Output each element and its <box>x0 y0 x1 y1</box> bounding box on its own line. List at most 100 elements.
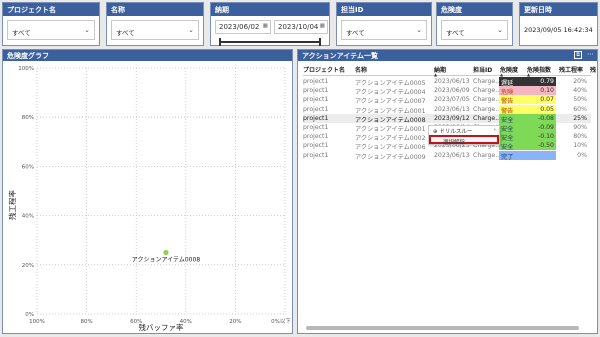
col-remaining[interactable]: 残 <box>590 65 598 74</box>
cell-project: project1 <box>303 105 329 113</box>
x-tick-label: 20% <box>229 319 241 325</box>
y-tick-label: 40% <box>22 214 34 220</box>
calendar-icon: ▦ <box>262 23 268 29</box>
table-header: プロジェクト名 名称 納期 ▲ 担当ID 危険度 ▲ 危険指数 ▲ 残工程率 残 <box>303 63 596 77</box>
col-owner[interactable]: 担当ID <box>473 65 492 74</box>
x-tick-label: 80% <box>80 319 92 325</box>
end-date-input[interactable]: 2023/10/04 ▦ <box>274 20 328 34</box>
cell-owner: Charge... <box>473 105 499 113</box>
owner-dropdown[interactable]: すべて ⌄ <box>341 20 427 40</box>
cell-due: 2023/06/09 <box>434 87 470 95</box>
cell-project: project1 <box>303 114 329 122</box>
cell-project: project1 <box>303 96 329 104</box>
cell-risk: 危険 <box>499 86 526 96</box>
menu-item-label: 選択解除 <box>443 140 466 146</box>
updated-value: 2023/09/05 16:42:34 <box>524 26 593 34</box>
panel-title: 危険度グラフ <box>3 50 292 61</box>
scatter-point[interactable] <box>163 249 169 256</box>
chevron-down-icon: ⌄ <box>497 26 503 34</box>
col-risk-index[interactable]: 危険指数 <box>527 65 551 74</box>
project-dropdown[interactable]: すべて ⌄ <box>7 20 95 40</box>
cell-owner: Charge... <box>473 114 499 122</box>
col-project[interactable]: プロジェクト名 <box>303 65 345 74</box>
cell-owner: Charge... <box>473 78 499 85</box>
start-date-input[interactable]: 2023/06/02 ▦ <box>215 20 271 34</box>
cell-owner: Charge... <box>473 87 499 95</box>
cell-owner: Charge... <box>473 151 499 159</box>
chart-grid <box>36 67 286 315</box>
updated-card: 更新日時 2023/09/05 16:42:34 <box>519 2 598 46</box>
col-remaining-process[interactable]: 残工程率 <box>559 65 583 74</box>
cell-due: 2023/06/13 <box>434 105 470 113</box>
cell-risk: 完了 <box>499 150 526 161</box>
cell-remaining-process: 50% <box>573 96 587 104</box>
table-row[interactable]: project1 アクションアイテム0009 2023/06/13 Charge...… <box>303 150 591 161</box>
cell-project: project1 <box>303 133 329 141</box>
focus-mode-icon[interactable]: ⧉ <box>574 51 582 59</box>
cell-risk-index: 0.10 <box>526 86 556 96</box>
data-points: アクションアイテム0008 <box>132 249 201 264</box>
cell-project: project1 <box>303 124 329 131</box>
cell-risk-index: 0.07 <box>526 95 556 105</box>
cell-remaining-process: 60% <box>573 105 587 113</box>
cell-remaining-process: 90% <box>573 124 587 131</box>
chevron-right-icon: › <box>493 127 496 133</box>
cell-risk: 警告 <box>499 95 526 105</box>
cell-risk-index: -0.09 <box>526 123 556 132</box>
cell-risk-index: -0.50 <box>526 141 556 151</box>
cell-risk-index: 0.79 <box>526 77 556 86</box>
panel-title: アクションアイテム一覧 <box>298 50 597 61</box>
cell-remaining-process: 40% <box>573 87 587 95</box>
action-items-panel: アクションアイテム一覧 ⧉ ⋯ プロジェクト名 名称 納期 ▲ 担当ID 危険度… <box>297 49 598 334</box>
y-axis-label: 残工程率 <box>7 190 17 220</box>
horizontal-scrollbar[interactable] <box>306 326 579 330</box>
end-date-value: 2023/10/04 <box>278 23 319 31</box>
y-tick-label: 0% <box>25 312 34 318</box>
cell-remaining-process: 20% <box>573 78 587 85</box>
slicer-title: 納期 <box>211 3 329 16</box>
table-row[interactable]: project1 アクションアイテム0004 2023/06/09 Charge...… <box>303 86 591 96</box>
name-dropdown[interactable]: すべて ⌄ <box>111 20 199 40</box>
table-row[interactable]: project1 アクションアイテム0007 2023/07/05 Charge...… <box>303 95 591 105</box>
cell-name: アクションアイテム0009 <box>355 153 426 161</box>
x-tick-label: 0%以下 <box>271 318 291 325</box>
y-tick-label: 80% <box>22 115 34 121</box>
slicer-title: 名称 <box>107 3 203 16</box>
y-tick-label: 60% <box>22 164 34 170</box>
cell-remaining-process: 25% <box>573 114 587 122</box>
more-options-icon[interactable]: ⋯ <box>587 50 594 58</box>
drillthrough-menu-item[interactable]: ⊕ ドリルスルー › <box>429 126 499 135</box>
y-tick-labels: 100% 80% 60% 40% 20% 0% <box>18 66 34 318</box>
clear-selection-menu-item[interactable]: 選択解除 <box>429 135 499 146</box>
dropdown-value: すべて <box>12 29 31 37</box>
context-menu: ⊕ ドリルスルー › 選択解除 <box>428 125 500 146</box>
cell-remaining-process: 0% <box>577 151 587 159</box>
dropdown-value: すべて <box>116 29 135 37</box>
risk-dropdown[interactable]: すべて ⌄ <box>441 20 508 40</box>
cell-risk-index: 0.05 <box>526 104 556 114</box>
table-row[interactable]: project1 アクションアイテム0001 2023/06/13 Charge...… <box>303 104 591 115</box>
range-start-handle[interactable] <box>219 38 221 46</box>
table-row[interactable]: project1 アクションアイテム0008 2023/09/12 Charge...… <box>303 113 591 124</box>
card-title: 更新日時 <box>520 3 597 16</box>
start-date-value: 2023/06/02 <box>219 23 260 31</box>
slicer-title: 危険度 <box>437 3 512 16</box>
cell-risk-index: -0.08 <box>526 113 556 123</box>
dropdown-value: すべて <box>446 29 465 37</box>
slicer-owner: 担当ID すべて ⌄ <box>336 2 432 46</box>
cell-risk-index <box>526 150 556 160</box>
date-range-slider[interactable] <box>219 38 321 46</box>
slicer-name: 名称 すべて ⌄ <box>106 2 204 46</box>
range-end-handle[interactable] <box>319 38 321 46</box>
y-tick-label: 100% <box>18 66 34 72</box>
point-label: アクションアイテム0008 <box>132 257 201 264</box>
slicer-risk: 危険度 すべて ⌄ <box>436 2 513 46</box>
risk-graph-panel: 危険度グラフ 100% 80% 60% 40% 20% 0% 100% 80% 60% 40% 2… <box>2 49 293 334</box>
cell-risk: 安全 <box>499 113 526 124</box>
cell-due: 2023/09/12 <box>434 114 470 122</box>
chevron-down-icon: ⌄ <box>188 26 194 34</box>
cell-remaining-process: 10% <box>573 142 587 150</box>
slicer-title: 担当ID <box>337 3 431 16</box>
col-name[interactable]: 名称 <box>355 65 367 74</box>
table-row[interactable]: project1 アクションアイテム0005 2023/06/13 Charge...… <box>303 77 591 87</box>
